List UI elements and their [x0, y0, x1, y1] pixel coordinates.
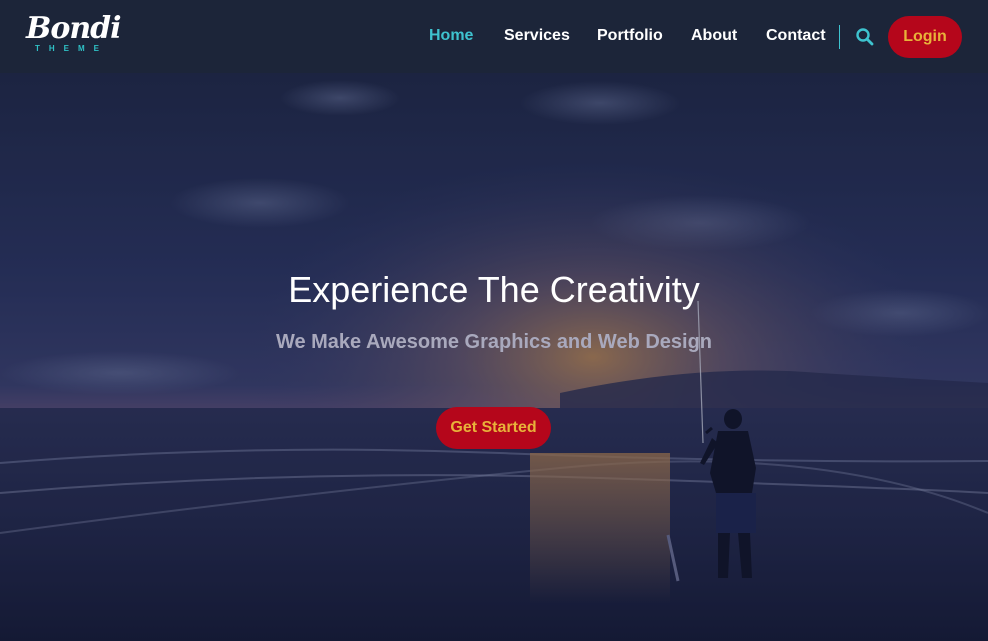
nav-item-home[interactable]: Home [429, 27, 473, 45]
hero-subtitle: We Make Awesome Graphics and Web Design [275, 331, 713, 353]
login-button[interactable]: Login [888, 16, 962, 58]
hero-title: Experience The Creativity [288, 269, 700, 310]
navbar: Bondi THEME Home Services Portfolio Abou… [0, 0, 988, 73]
hero-background-image [0, 73, 988, 641]
search-icon[interactable] [855, 27, 875, 47]
page: Bondi THEME Home Services Portfolio Abou… [0, 0, 988, 641]
brand-logo[interactable]: Bondi THEME [26, 11, 122, 60]
nav-item-services[interactable]: Services [504, 27, 570, 45]
nav-item-about[interactable]: About [691, 27, 737, 45]
nav-item-contact[interactable]: Contact [766, 27, 826, 45]
brand-name: Bondi [26, 11, 122, 46]
nav-item-portfolio[interactable]: Portfolio [597, 27, 663, 45]
get-started-button[interactable]: Get Started [436, 407, 551, 449]
hero-section: Experience The Creativity We Make Awesom… [0, 73, 988, 641]
nav-divider [839, 25, 840, 49]
